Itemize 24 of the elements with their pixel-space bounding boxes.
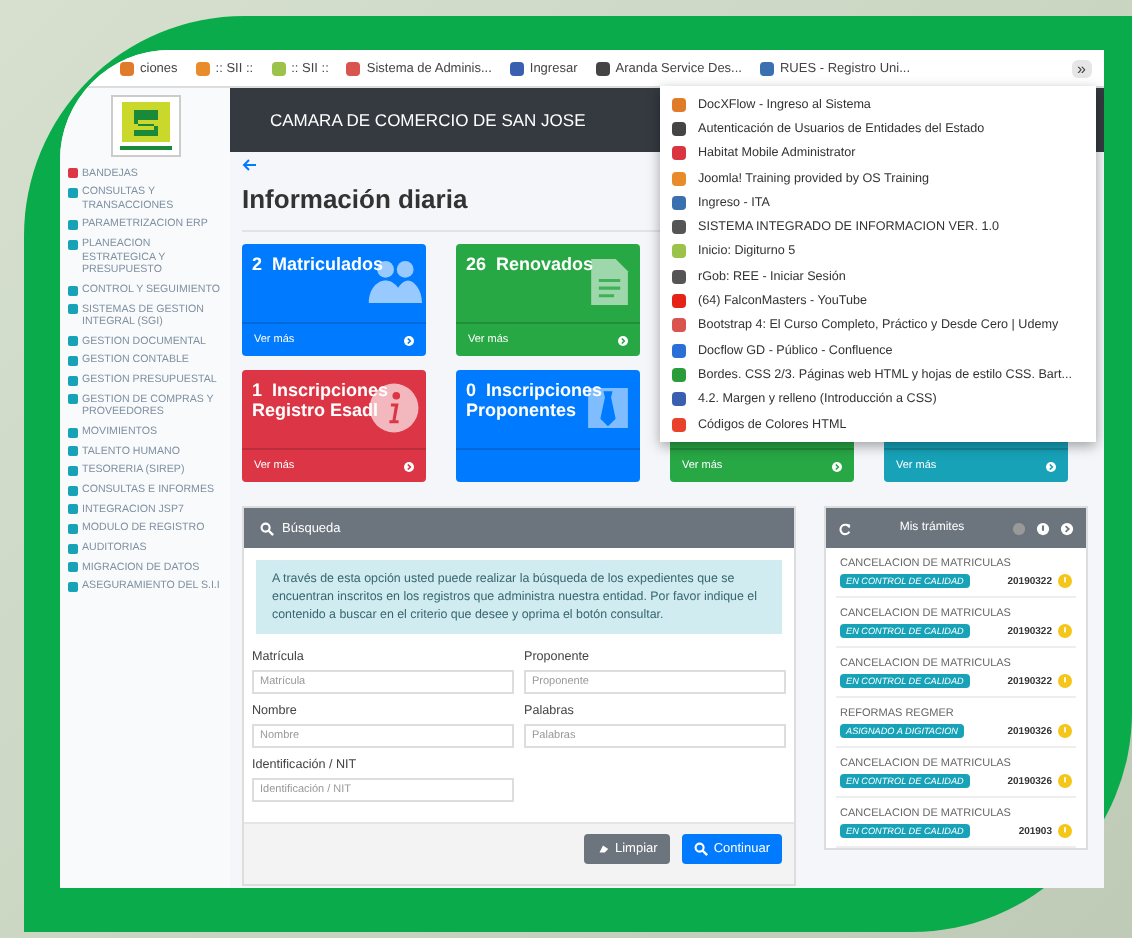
refresh-icon[interactable] (838, 521, 852, 535)
alert-icon[interactable] (1058, 674, 1072, 688)
search-icon (693, 842, 708, 856)
alert-icon[interactable] (1058, 774, 1072, 788)
stat-text: 0 Inscripciones Proponentes (466, 380, 603, 420)
stat-text: 26 Renovados (466, 254, 594, 274)
stat-text: 2 Matriculados (252, 254, 384, 274)
arrow-circle-icon[interactable] (404, 335, 414, 345)
search-icon (260, 521, 274, 535)
arrow-circle-icon[interactable] (618, 335, 628, 345)
logo-icon (109, 94, 181, 158)
arrow-circle-icon[interactable] (1046, 461, 1056, 471)
eraser-icon (595, 842, 609, 856)
more-bookmarks-button[interactable]: » (1071, 59, 1092, 77)
alert-icon[interactable] (1058, 724, 1072, 738)
arrow-circle-icon[interactable] (832, 461, 842, 471)
back-arrow-icon[interactable] (242, 158, 258, 172)
next-icon[interactable] (1060, 521, 1074, 535)
info-icon[interactable] (1036, 521, 1050, 535)
arrow-circle-icon[interactable] (404, 461, 414, 471)
alert-icon[interactable] (1058, 624, 1072, 638)
alert-icon[interactable] (1058, 574, 1072, 588)
circle-icon[interactable] (1012, 521, 1026, 535)
alert-icon[interactable] (1058, 824, 1072, 838)
